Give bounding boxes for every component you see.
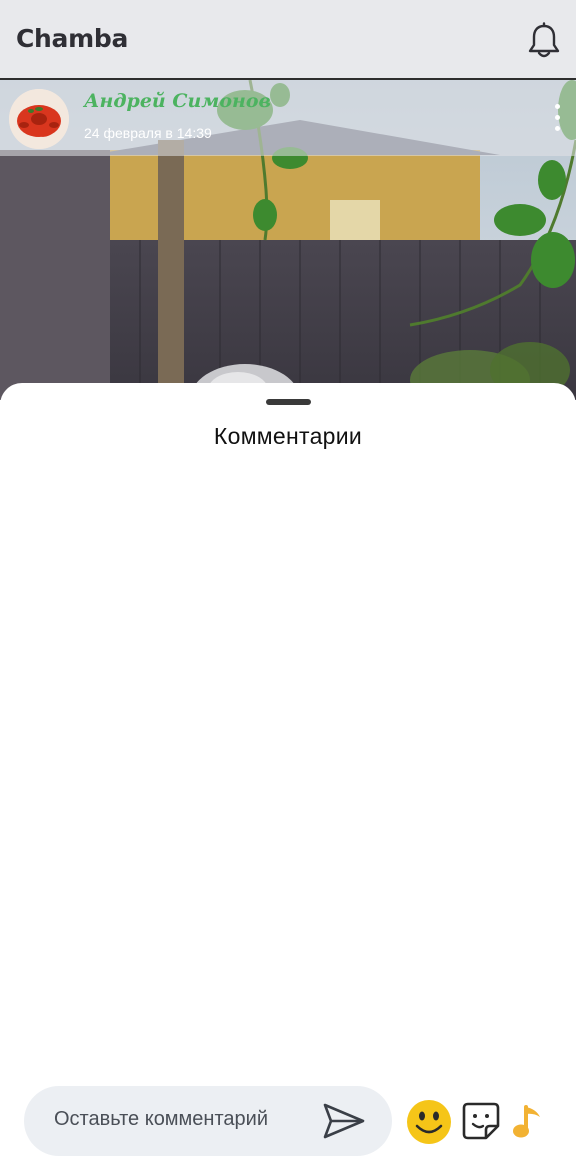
emoji-icon[interactable] [406, 1099, 452, 1145]
author-avatar[interactable] [9, 89, 69, 149]
send-icon[interactable] [322, 1102, 366, 1140]
bell-icon[interactable] [526, 22, 562, 60]
comments-title: Комментарии [213, 423, 363, 449]
sheet-drag-handle[interactable] [266, 399, 311, 405]
post-header: Андрей Симонов 24 февраля в 14:39 [0, 80, 576, 156]
post-author-name[interactable]: Андрей Симонов [84, 90, 271, 112]
comment-composer [24, 1086, 392, 1156]
comments-sheet: Комментарии [0, 383, 576, 1168]
app-title: Chamba [16, 24, 129, 53]
app-bar: Chamba [0, 0, 576, 80]
more-vertical-icon[interactable] [546, 100, 568, 136]
music-note-icon[interactable] [512, 1103, 544, 1139]
sticker-icon[interactable] [462, 1102, 500, 1140]
post-date: 24 февраля в 14:39 [84, 125, 212, 141]
comment-input[interactable] [54, 1108, 324, 1131]
